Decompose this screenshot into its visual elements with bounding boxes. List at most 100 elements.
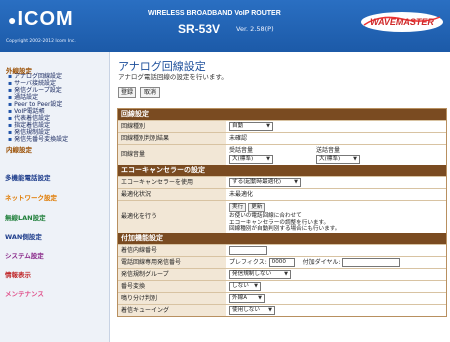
select-value: 外線A (232, 295, 248, 301)
section-header: 付加機能設定 (118, 233, 446, 244)
sidebar-item-label: 発信先番号変換設定 (14, 136, 69, 143)
bullet-icon: ▪ (8, 122, 13, 129)
volume-cell: 受話音量 大(標準) ▼ 送話音量 大(標準) ▼ (226, 145, 446, 165)
sidebar-item-number-conversion[interactable]: ▪ 発信先番号変換設定 (8, 136, 68, 143)
sidebar-item-call-group[interactable]: ▪ 発信グループ設定 (8, 87, 62, 94)
copyright: Copyright 2002-2012 Icom Inc. (6, 39, 76, 44)
bullet-icon: ▪ (8, 87, 13, 94)
chevron-down-icon: ▼ (284, 271, 288, 277)
detect-result-label: 回線種別判別結果 (118, 133, 226, 144)
sidebar-item-label: 通話設定 (14, 94, 39, 101)
line-type-label: 回線種別 (118, 121, 226, 132)
sidebar-item-label: VoIP電話帳 (14, 108, 45, 115)
sidebar-link-wireless-lan[interactable]: 無線LAN設定 (5, 212, 46, 222)
sidebar-item-label: 指定着信設定 (14, 122, 51, 129)
bullet-icon: ▪ (8, 101, 13, 108)
incoming-ext-label: 着信内線番号 (118, 245, 226, 256)
sidebar-item-analog-line[interactable]: ▪ アナログ回線設定 (8, 73, 62, 80)
echo-use-select[interactable]: する(起動時最適化) ▼ (229, 178, 301, 187)
sidebar-link-network[interactable]: ネットワーク設定 (5, 192, 57, 202)
line-settings-panel: 回線設定 回線種別 自動 ▼ 回線種別判別結果 未確認 回線音量 受話音量 大(標… (117, 108, 447, 317)
rx-volume-select[interactable]: 大(標準) ▼ (229, 155, 273, 164)
number-convert-label: 番号変換 (118, 281, 226, 292)
dial-input[interactable] (342, 258, 401, 267)
select-value: 発信規制しない (232, 271, 272, 277)
sidebar-link-info[interactable]: 情報表示 (5, 269, 31, 279)
echo-status-value: 未最適化 (226, 189, 446, 200)
fallback-select[interactable]: 外線A ▼ (229, 294, 265, 303)
bullet-icon: ▪ (8, 136, 13, 143)
detect-result-value: 未確認 (226, 133, 446, 144)
group-label: 発信規制グループ (118, 269, 226, 280)
main-content: アナログ回線設定 アナログ電話回線の設定を行います。 登録 取消 回線設定 回線… (112, 52, 450, 342)
bullet-icon: ▪ (8, 108, 13, 115)
bullet-icon: ▪ (8, 94, 13, 101)
incoming-ext-cell (226, 245, 446, 256)
select-value: しない (232, 283, 249, 289)
sidebar-item-representative[interactable]: ▪ 代表着信設定 (8, 115, 50, 122)
number-convert-select[interactable]: しない ▼ (229, 282, 261, 291)
volume-label: 回線音量 (118, 145, 226, 165)
tx-volume-select[interactable]: 大(標準) ▼ (316, 155, 360, 164)
sidebar-link-system[interactable]: システム設定 (5, 250, 44, 260)
sidebar-item-call-restriction[interactable]: ▪ 発信規制設定 (8, 129, 50, 136)
select-value: する(起動時最適化) (232, 179, 282, 185)
sidebar-item-designated[interactable]: ▪ 指定着信設定 (8, 122, 50, 129)
firmware-version: Ver. 2.58(P) (236, 25, 274, 33)
line-type-cell: 自動 ▼ (226, 121, 446, 132)
chevron-down-icon: ▼ (353, 156, 357, 162)
sidebar-item-server-connection[interactable]: ▪ サーバ接続設定 (8, 80, 56, 87)
sidebar-item-label: Peer to Peer設定 (14, 101, 63, 108)
chevron-down-icon: ▼ (258, 295, 262, 301)
optimize-label: 最適化を行う (118, 201, 226, 233)
bullet-icon: ▪ (8, 80, 13, 87)
bullet-icon: ▪ (8, 129, 13, 136)
select-value: 大(標準) (232, 156, 254, 162)
queue-select[interactable]: 使用しない ▼ (229, 306, 275, 315)
table-row: 鳴り分け判別 外線A ▼ (118, 292, 446, 304)
register-button[interactable]: 登録 (118, 87, 136, 98)
refresh-button[interactable]: 更新 (248, 203, 266, 212)
logo-text: ICOM (17, 8, 74, 30)
sidebar-item-voip-phonebook[interactable]: ▪ VoIP電話帳 (8, 108, 45, 115)
prefix-cell: プレフィクス: 0000 付加ダイヤル: (226, 257, 446, 268)
sidebar-link-wan[interactable]: WAN側設定 (5, 231, 42, 241)
sidebar-link-multifunction-phone[interactable]: 多機能電話設定 (5, 172, 51, 182)
optimize-note: お使いの電話回線に合わせて エコーキャンセラーの調整を行います。 回線種別が自動… (229, 213, 341, 232)
select-value: 使用しない (232, 307, 260, 313)
sidebar-item-label: 発信規制設定 (14, 129, 51, 136)
table-row: 回線種別 自動 ▼ (118, 120, 446, 132)
sidebar-item-label: 代表着信設定 (14, 115, 51, 122)
prefix-input[interactable]: 0000 (268, 258, 295, 267)
sidebar-item-label: サーバ接続設定 (14, 80, 57, 87)
page-description: アナログ電話回線の設定を行います。 (118, 73, 228, 81)
fallback-label: 鳴り分け判別 (118, 293, 226, 304)
prefix-label: 電話回線専用発信番号 (118, 257, 226, 268)
group-select[interactable]: 発信規制しない ▼ (229, 270, 291, 279)
section-header: エコーキャンセラーの設定 (118, 165, 446, 176)
queue-label: 着信キューイング (118, 305, 226, 316)
bullet-icon: ▪ (8, 73, 13, 80)
wavemaster-logo: WAVEMASTER (361, 12, 443, 32)
line-type-select[interactable]: 自動 ▼ (229, 122, 273, 131)
select-value: 大(標準) (319, 156, 341, 162)
table-row: 最適化を行う 実行 更新 お使いの電話回線に合わせて エコーキャンセラーの調整を行… (118, 200, 446, 233)
tx-volume-label: 送話音量 (316, 147, 341, 154)
sidebar-link-maintenance[interactable]: メンテナンス (5, 288, 44, 298)
sidebar: 外線設定 ▪ アナログ回線設定 ▪ サーバ接続設定 ▪ 発信グループ設定 ▪ 通話設定 … (0, 52, 110, 342)
table-row: 最適化状況 未最適化 (118, 188, 446, 200)
rx-volume-label: 受話音量 (229, 147, 254, 154)
cancel-button[interactable]: 取消 (140, 87, 160, 98)
run-button[interactable]: 実行 (229, 203, 247, 212)
table-row: 着信内線番号 (118, 244, 446, 256)
chevron-down-icon: ▼ (266, 123, 270, 129)
sidebar-item-p2p[interactable]: ▪ Peer to Peer設定 (8, 101, 62, 108)
table-row: 回線種別判別結果 未確認 (118, 132, 446, 144)
incoming-ext-input[interactable] (229, 246, 267, 255)
bullet-icon: ▪ (8, 115, 13, 122)
table-row: 着信キューイング 使用しない ▼ (118, 304, 446, 316)
table-row: 番号変換 しない ▼ (118, 280, 446, 292)
sidebar-category-extension[interactable]: 内線設定 (6, 144, 32, 154)
sidebar-item-call-settings[interactable]: ▪ 通話設定 (8, 94, 38, 101)
fallback-cell: 外線A ▼ (226, 293, 446, 304)
